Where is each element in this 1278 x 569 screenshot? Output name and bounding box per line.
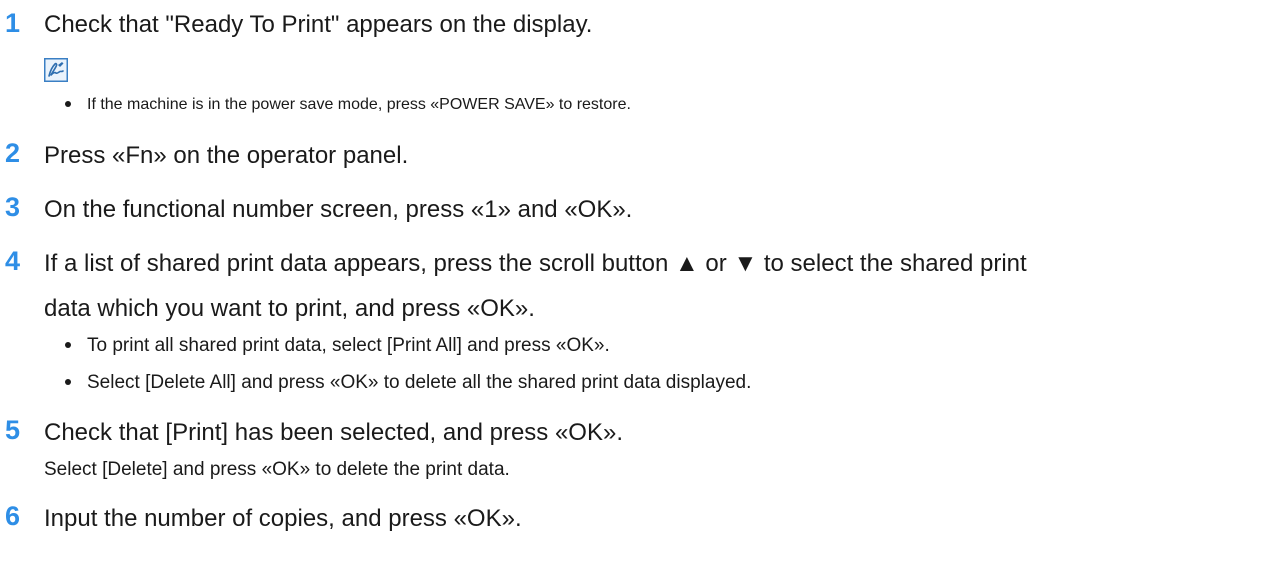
step-number: 4 [5, 246, 21, 276]
step-number: 5 [5, 415, 21, 445]
step-text: Input the number of copies, and press «O… [44, 505, 522, 532]
step-text: Check that "Ready To Print" appears on t… [44, 11, 593, 38]
step-text-line-1: If a list of shared print data appears, … [44, 250, 1027, 277]
step-number: 6 [5, 501, 21, 531]
bullet-text: If the machine is in the power save mode… [87, 96, 631, 113]
bullet-dot [65, 101, 71, 107]
bullet-text: Select [Delete All] and press «OK» to de… [87, 372, 752, 393]
bullet-dot [65, 379, 71, 385]
bullet-dot [65, 342, 71, 348]
step-text: Press «Fn» on the operator panel. [44, 142, 409, 169]
step-text-line-2: data which you want to print, and press … [44, 295, 535, 322]
step-text: On the functional number screen, press «… [44, 196, 633, 223]
step-subtext: Select [Delete] and press «OK» to delete… [44, 459, 510, 480]
step-number: 3 [5, 192, 21, 222]
step-number: 1 [5, 8, 21, 38]
bullet-text: To print all shared print data, select [… [87, 335, 610, 356]
step-text: Check that [Print] has been selected, an… [44, 419, 623, 446]
memo-pen-icon [44, 58, 68, 82]
step-number: 2 [5, 138, 21, 168]
